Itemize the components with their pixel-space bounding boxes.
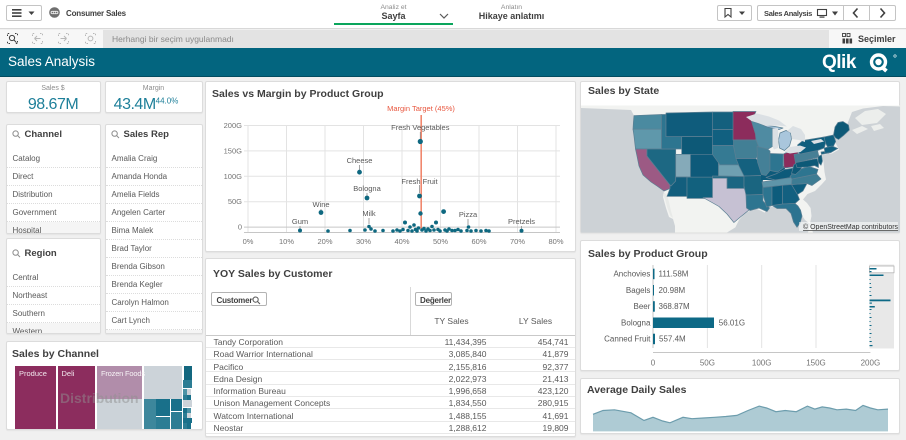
svg-text:200G: 200G xyxy=(861,359,881,368)
svg-text:Beer: Beer xyxy=(633,302,650,311)
svg-text:Gum: Gum xyxy=(291,217,307,226)
svg-text:Fresh Fruit: Fresh Fruit xyxy=(401,177,438,186)
svg-text:Bagels: Bagels xyxy=(626,286,650,295)
svg-text:20%: 20% xyxy=(317,237,332,246)
svg-text:100G: 100G xyxy=(223,172,242,181)
svg-text:200G: 200G xyxy=(223,121,242,130)
svg-text:0: 0 xyxy=(651,359,656,368)
svg-text:50G: 50G xyxy=(700,359,715,368)
svg-text:Bologna: Bologna xyxy=(353,184,381,193)
svg-text:Cheese: Cheese xyxy=(346,156,372,165)
svg-text:70%: 70% xyxy=(509,237,524,246)
svg-text:30%: 30% xyxy=(355,237,370,246)
svg-text:Margin Target (45%): Margin Target (45%) xyxy=(387,104,455,113)
svg-text:40%: 40% xyxy=(394,237,409,246)
svg-text:Pretzels: Pretzels xyxy=(507,217,534,226)
svg-text:56.01G: 56.01G xyxy=(719,318,745,327)
svg-text:150G: 150G xyxy=(223,146,242,155)
svg-text:60%: 60% xyxy=(471,237,486,246)
svg-text:Milk: Milk xyxy=(362,209,376,218)
svg-text:368.87M: 368.87M xyxy=(659,302,690,311)
svg-text:© OpenStreetMap contributors: © OpenStreetMap contributors xyxy=(803,223,899,231)
svg-text:20.98M: 20.98M xyxy=(659,286,686,295)
svg-text:10%: 10% xyxy=(278,237,293,246)
svg-text:557.4M: 557.4M xyxy=(659,335,686,344)
svg-text:150G: 150G xyxy=(806,359,826,368)
svg-text:Anchovies: Anchovies xyxy=(613,270,650,279)
svg-text:100G: 100G xyxy=(752,359,772,368)
svg-text:80%: 80% xyxy=(548,237,563,246)
svg-text:Canned Fruit: Canned Fruit xyxy=(604,335,651,344)
svg-text:50%: 50% xyxy=(432,237,447,246)
svg-text:111.58M: 111.58M xyxy=(659,270,689,279)
svg-text:Fresh Vegetables: Fresh Vegetables xyxy=(391,123,450,132)
svg-text:Wine: Wine xyxy=(312,200,329,209)
svg-text:0: 0 xyxy=(237,223,241,232)
svg-text:Bologna: Bologna xyxy=(621,318,651,327)
svg-text:50G: 50G xyxy=(227,197,241,206)
svg-text:Pizza: Pizza xyxy=(458,210,477,219)
svg-text:0%: 0% xyxy=(242,237,253,246)
